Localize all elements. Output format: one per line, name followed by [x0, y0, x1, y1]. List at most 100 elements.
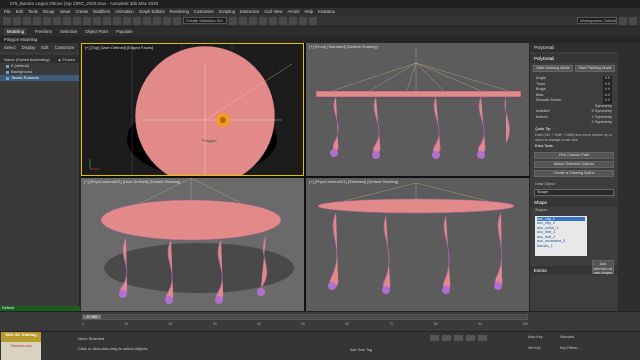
menu-item-edit[interactable]: Edit	[16, 9, 23, 14]
viewport-label[interactable]: [+] [Front] [Standard] [Default Shading]	[309, 44, 378, 49]
layer-default-label[interactable]: Default	[0, 306, 80, 311]
viewport-camera-2[interactable]: [+] [PhysCamera001] [Standard] [Default …	[306, 178, 529, 311]
mirror-icon[interactable]	[229, 16, 237, 25]
move-icon[interactable]	[93, 16, 101, 25]
select-object-icon[interactable]	[53, 16, 61, 25]
ribbon-tab-object-paint[interactable]: Object Paint	[85, 29, 108, 34]
ribbon-tab-populate[interactable]: Populate	[116, 29, 133, 34]
list-item[interactable]: Tavolo Rotondo	[0, 75, 79, 81]
key-filters-button[interactable]: Key Filters...	[560, 346, 580, 350]
selected-dropdown[interactable]: Selected	[560, 335, 574, 339]
undo-icon[interactable]	[3, 16, 11, 25]
unlink-icon[interactable]	[33, 16, 41, 25]
sign-in-icon[interactable]	[619, 16, 627, 25]
render-icon[interactable]	[309, 16, 317, 25]
set-key-button[interactable]: Set Key	[528, 346, 541, 350]
angle-snap-icon[interactable]	[153, 16, 161, 25]
time-slider-knob[interactable]: 0 / 100	[83, 315, 101, 319]
viewport-label[interactable]: [+] [PhysCamera001] [User Defined] [Defa…	[84, 179, 180, 184]
menu-item-file[interactable]: File	[4, 9, 11, 14]
ribbon-tab-freeform[interactable]: Freeform	[35, 29, 52, 34]
rectangle-selection-icon[interactable]	[73, 16, 81, 25]
menu-item-help[interactable]: Help	[304, 9, 313, 14]
time-slider[interactable]: 0 / 100	[82, 314, 528, 320]
sort-column-label[interactable]: Name (Sorted Ascending)	[4, 57, 50, 62]
link-icon[interactable]	[23, 16, 31, 25]
render-frame-icon[interactable]	[299, 16, 307, 25]
viewport-label[interactable]: [+] [Top] [User Defined] [Edged Faces]	[85, 45, 153, 50]
symmetry-row-label: bottom	[536, 114, 548, 119]
select-by-name-icon[interactable]	[63, 16, 71, 25]
shape-rollout-header[interactable]: Shape	[530, 198, 618, 207]
align-icon[interactable]	[239, 16, 247, 25]
help-icon[interactable]	[629, 16, 637, 25]
explorer-tab-edit[interactable]: Edit	[41, 45, 48, 50]
explorer-tab-display[interactable]: Display	[22, 45, 36, 50]
curve-editor-icon[interactable]	[259, 16, 267, 25]
shapes-list[interactable]: acc_clip_1 acc_clip_2 acc_curve_1 acc_leaf_…	[535, 215, 587, 256]
status-bar: Default Web 3D Training Tutorials.com No…	[0, 306, 640, 360]
menu-item-group[interactable]: Group	[43, 9, 55, 14]
menu-item-tools[interactable]: Tools	[28, 9, 38, 14]
layer-explorer-icon[interactable]	[249, 16, 257, 25]
modifier-rollout-header[interactable]: PolyDetail	[530, 54, 618, 63]
menu-item-customize[interactable]: Customize	[194, 9, 214, 14]
window-crossing-icon[interactable]	[83, 16, 91, 25]
scene-explorer-header[interactable]: Name (Sorted Ascending) ▲ Frozen	[0, 55, 79, 63]
explorer-tab-select[interactable]: Select	[4, 45, 16, 50]
z-symmetry-label[interactable]: Z Symmetry	[592, 120, 612, 126]
menu-item-animation[interactable]: Animation	[115, 9, 134, 14]
go-to-end-icon[interactable]	[478, 335, 487, 341]
next-frame-icon[interactable]	[466, 335, 475, 341]
explorer-tab-customize[interactable]: Customize	[55, 45, 75, 50]
previous-frame-icon[interactable]	[442, 335, 451, 341]
menu-item-rendering[interactable]: Rendering	[170, 9, 189, 14]
menu-item-graph-editors[interactable]: Graph Editors	[139, 9, 165, 14]
menu-item-scripting[interactable]: Scripting	[219, 9, 235, 14]
object-name-field[interactable]: PolyDetail	[530, 43, 618, 52]
ribbon-tab-selection[interactable]: Selection	[60, 29, 77, 34]
viewport-front[interactable]: [+] [Front] [Standard] [Default Shading]	[306, 43, 529, 176]
add-time-tag-button[interactable]: Add Time Tag	[350, 348, 372, 352]
draw-object-dropdown[interactable]: Shape	[534, 189, 614, 196]
menu-item-krakatoa[interactable]: Krakatoa	[318, 9, 335, 14]
pick-custom-path-button[interactable]: Pick Custom Path	[534, 151, 614, 159]
spinner-snap-icon[interactable]	[173, 16, 181, 25]
percent-snap-icon[interactable]	[163, 16, 171, 25]
placement-icon[interactable]	[123, 16, 131, 25]
bind-space-warp-icon[interactable]	[43, 16, 51, 25]
start-drawing-button[interactable]: Start Drawing Mode	[533, 65, 573, 72]
menu-item-arnold[interactable]: Arnold	[287, 9, 299, 14]
menu-item-interactive[interactable]: Interactive	[240, 9, 259, 14]
render-setup-icon[interactable]	[289, 16, 297, 25]
logo-top-text: Web 3D Training	[1, 332, 41, 342]
viewport-top[interactable]: [+] [Top] [User Defined] [Edged Faces] P…	[81, 43, 304, 176]
frozen-column-label[interactable]: ▲ Frozen	[57, 57, 75, 62]
selection-set-dropdown[interactable]: Create Selection Set	[183, 17, 227, 24]
auto-key-button[interactable]: Auto Key	[528, 335, 543, 339]
pivot-icon[interactable]	[133, 16, 141, 25]
snap-icon[interactable]	[143, 16, 151, 25]
redo-icon[interactable]	[13, 16, 21, 25]
workspace-dropdown[interactable]: Workspaces: Default	[577, 17, 617, 24]
schematic-view-icon[interactable]	[269, 16, 277, 25]
rotate-icon[interactable]	[103, 16, 111, 25]
play-icon[interactable]	[454, 335, 463, 341]
start-painting-button[interactable]: Start Painting Mode	[575, 65, 615, 72]
menu-item-create[interactable]: Create	[76, 9, 89, 14]
ribbon-tab-modeling[interactable]: Modeling	[4, 28, 27, 35]
menu-item-views[interactable]: Views	[59, 9, 70, 14]
shapes-label: Shapes	[535, 208, 548, 212]
scale-icon[interactable]	[113, 16, 121, 25]
attach-selected-button[interactable]: Attach Selected Objects	[534, 160, 614, 168]
menu-item-civil-view[interactable]: Civil View	[264, 9, 282, 14]
menu-item-modifiers[interactable]: Modifiers	[93, 9, 110, 14]
viewport-label[interactable]: [+] [PhysCamera001] [Standard] [Default …	[309, 179, 398, 184]
list-item[interactable]: baroko_1	[537, 244, 585, 249]
draw-object-label: Draw Object	[535, 181, 555, 186]
material-editor-icon[interactable]	[279, 16, 287, 25]
viewport-camera-1[interactable]: [+] [PhysCamera001] [User Defined] [Defa…	[81, 178, 304, 311]
go-to-start-icon[interactable]	[430, 335, 439, 341]
create-drawing-spline-button[interactable]: Create a Drawing Spline	[534, 169, 614, 177]
add-selection-button[interactable]: Add selection as new shapes	[592, 260, 614, 275]
